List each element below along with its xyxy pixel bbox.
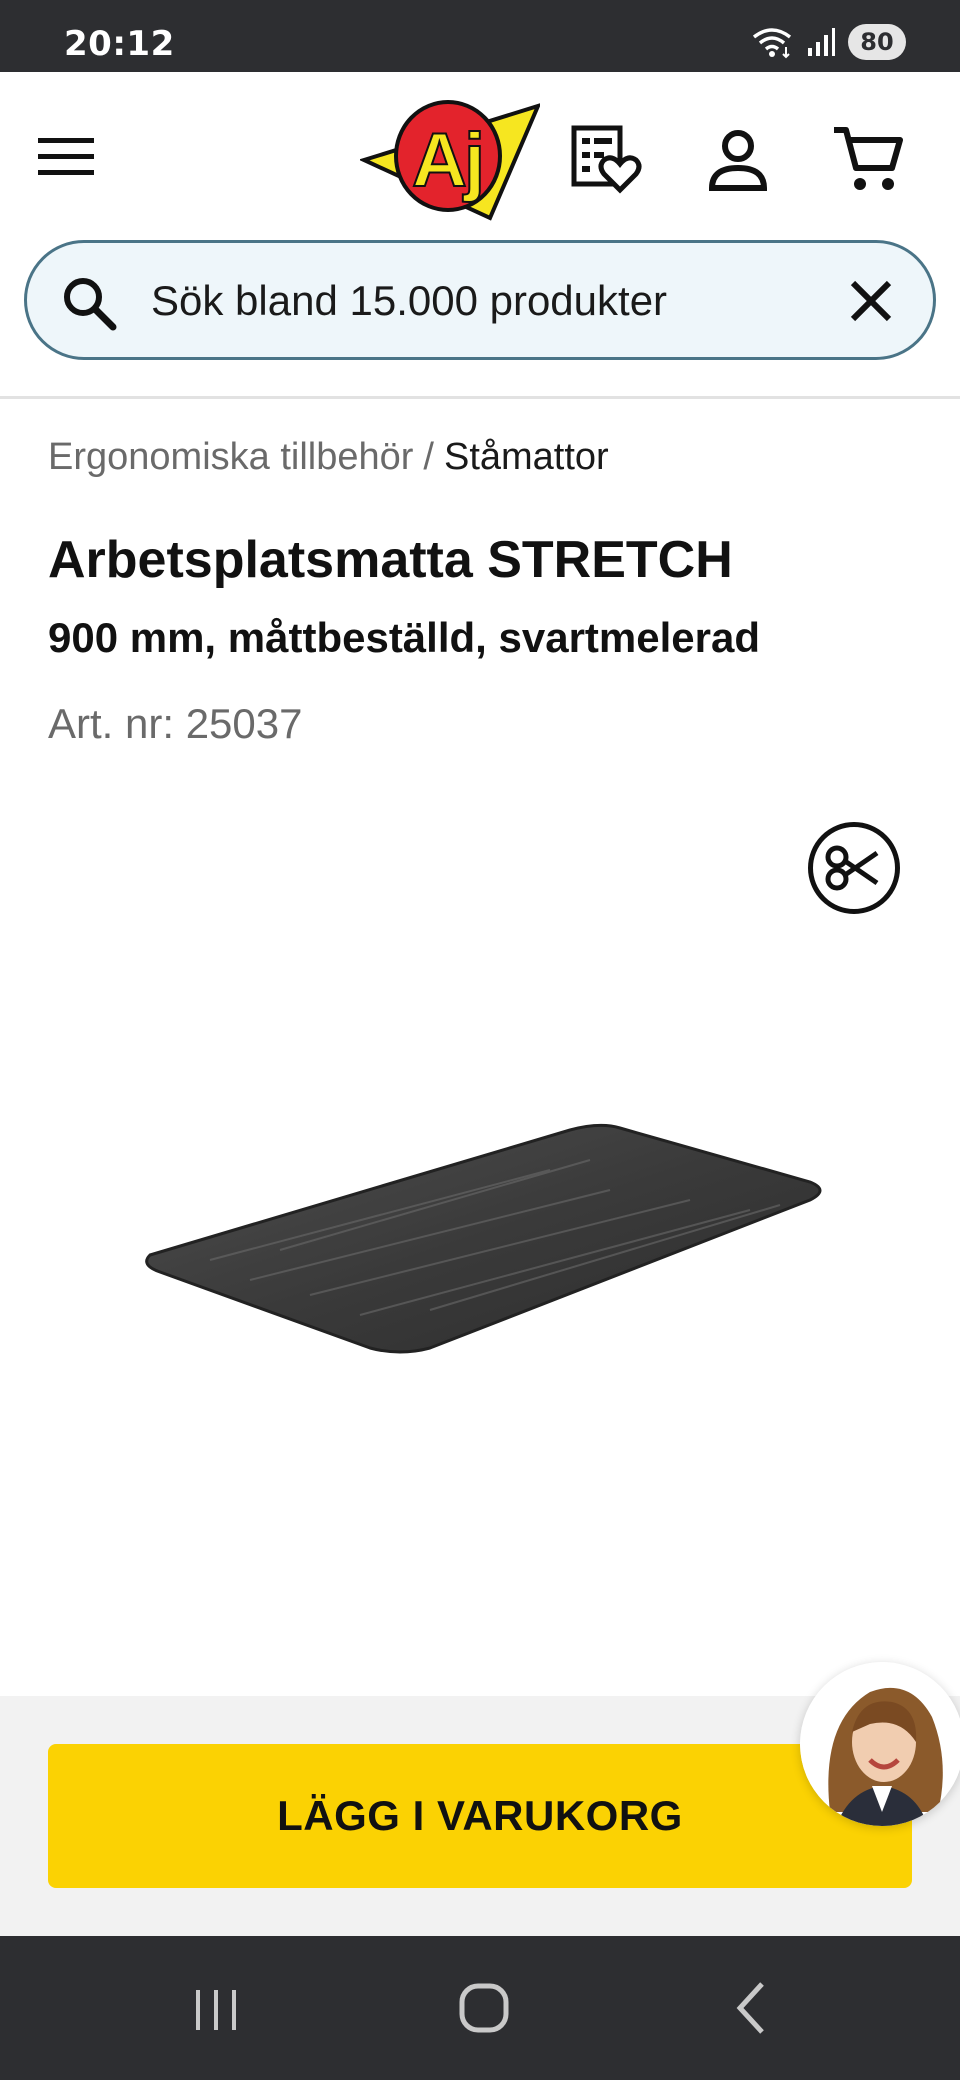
back-icon [736, 1982, 764, 2034]
cut-to-size-badge[interactable] [808, 822, 900, 914]
search-icon [64, 278, 117, 331]
chat-support-avatar[interactable] [800, 1662, 960, 1826]
status-bar: 20:12 80 [0, 0, 960, 72]
wifi-icon [752, 28, 792, 59]
status-icons: 80 [750, 22, 906, 62]
signal-icon [808, 28, 835, 56]
wishlist-icon [571, 125, 642, 194]
system-navigation-bar [0, 1936, 960, 2080]
aj-logo[interactable]: A j [358, 88, 542, 228]
menu-button[interactable] [36, 132, 96, 182]
product-title: Arbetsplatsmatta STRETCH [48, 531, 733, 589]
breadcrumb-separator: / [423, 436, 434, 478]
account-button[interactable] [700, 122, 776, 198]
search-bar [24, 240, 936, 360]
home-button[interactable] [444, 1972, 524, 2044]
home-icon [459, 1983, 509, 2033]
header-divider [0, 396, 960, 399]
recent-apps-button[interactable] [176, 1972, 256, 2044]
scissors-icon [825, 845, 879, 891]
battery-indicator: 80 [848, 24, 906, 60]
product-image[interactable] [130, 1110, 830, 1360]
add-to-cart-button[interactable]: LÄGG I VARUKORG [48, 1744, 912, 1888]
breadcrumb-current-link[interactable]: Ståmattor [444, 436, 609, 478]
cart-icon [834, 127, 903, 190]
account-icon [708, 130, 768, 191]
svg-text:A: A [412, 118, 467, 203]
product-subtitle: 900 mm, måttbeställd, svartmelerad [48, 614, 760, 661]
search-input[interactable] [151, 265, 831, 337]
breadcrumb: Ergonomiska tillbehör / Ståmattor [48, 436, 609, 479]
site-header: A j [0, 72, 960, 242]
wishlist-button[interactable] [568, 122, 644, 198]
clear-search-button[interactable] [843, 273, 899, 329]
menu-icon [38, 138, 94, 175]
recent-apps-icon [196, 1990, 236, 2030]
cart-button[interactable] [830, 122, 906, 198]
back-button[interactable] [712, 1972, 792, 2044]
article-number: Art. nr: 25037 [48, 700, 303, 747]
svg-text:j: j [462, 118, 485, 203]
breadcrumb-parent-link[interactable]: Ergonomiska tillbehör [48, 436, 413, 478]
status-time: 20:12 [64, 24, 175, 64]
close-icon [850, 280, 892, 322]
